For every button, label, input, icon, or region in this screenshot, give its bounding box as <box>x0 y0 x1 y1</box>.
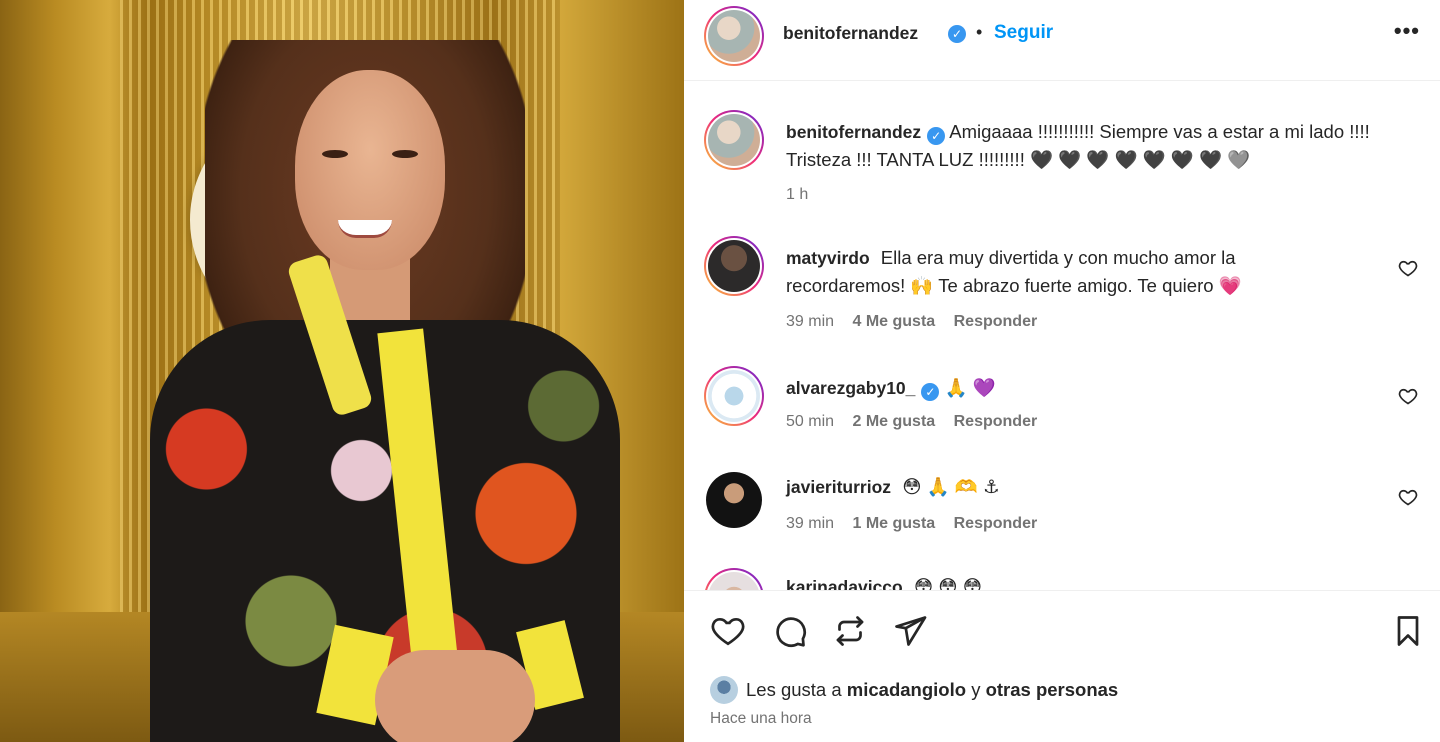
reply-button[interactable]: Responder <box>954 413 1038 430</box>
liked-by-line: Les gusta a micadangiolo y otras persona… <box>708 676 1408 704</box>
share-icon[interactable] <box>892 613 928 649</box>
like-comment-heart-icon[interactable] <box>1398 258 1418 278</box>
verified-badge-icon: ✓ <box>948 25 966 43</box>
comment-meta: 39 min 1 Me gusta Responder <box>786 515 1051 533</box>
comment-username[interactable]: karinadavicco <box>786 577 903 590</box>
liked-by-connector: y <box>971 679 981 700</box>
caption-time[interactable]: 1 h <box>786 186 808 203</box>
post-actions-bar <box>684 590 1440 670</box>
comment-text: 😳 🙏 🫶 ⚓ <box>902 476 1000 497</box>
comment-meta: 39 min 4 Me gusta Responder <box>786 313 1051 331</box>
comment-avatar[interactable] <box>704 236 764 296</box>
others-link[interactable]: otras personas <box>986 679 1119 700</box>
comment-text-block: matyvirdo Ella era muy divertida y con m… <box>786 244 1346 300</box>
left-eye <box>322 150 348 158</box>
reply-button[interactable]: Responder <box>954 313 1038 330</box>
comment-icon[interactable] <box>772 613 808 649</box>
verified-badge-icon: ✓ <box>927 127 946 145</box>
like-comment-heart-icon[interactable] <box>1398 487 1418 507</box>
comment-username[interactable]: matyvirdo <box>786 248 870 268</box>
post-details-panel: benitofernandez ✓ • Seguir ••• benitofer… <box>684 0 1440 742</box>
comment-text-block: javieriturrioz 😳 🙏 🫶 ⚓ <box>786 473 1346 501</box>
comment-text-block: alvarezgaby10_ ✓ 🙏 💜 <box>786 374 1346 402</box>
caption-username[interactable]: benitofernandez <box>786 122 921 142</box>
comment-likes[interactable]: 4 Me gusta <box>852 313 935 330</box>
comment-text: 😳 😳 😳 <box>913 576 983 590</box>
like-comment-heart-icon[interactable] <box>1398 386 1418 406</box>
comment-time[interactable]: 39 min <box>786 313 834 330</box>
comment-time[interactable]: 50 min <box>786 413 834 430</box>
more-options-icon[interactable]: ••• <box>1394 18 1420 44</box>
liker-username[interactable]: micadangiolo <box>847 679 966 700</box>
clasped-hands <box>375 650 535 742</box>
comment-username[interactable]: alvarezgaby10_ <box>786 378 915 398</box>
right-eye <box>392 150 418 158</box>
liked-by-prefix: Les gusta a <box>746 679 842 700</box>
comment-likes[interactable]: 1 Me gusta <box>852 515 935 532</box>
author-username[interactable]: benitofernandez <box>783 23 918 44</box>
post-header: benitofernandez ✓ • Seguir ••• <box>684 0 1440 81</box>
heart-icon[interactable] <box>710 613 746 649</box>
bookmark-icon[interactable] <box>1390 613 1426 649</box>
verified-badge-icon: ✓ <box>921 383 940 401</box>
post-photo[interactable] <box>0 0 684 742</box>
comment-avatar[interactable] <box>704 470 764 530</box>
follow-button[interactable]: Seguir <box>994 22 1053 44</box>
comment-avatar[interactable] <box>704 568 764 590</box>
face <box>295 70 445 270</box>
caption-avatar[interactable] <box>704 110 764 170</box>
reply-button[interactable]: Responder <box>954 515 1038 532</box>
caption-meta: 1 h <box>786 186 822 204</box>
comment-time[interactable]: 39 min <box>786 515 834 532</box>
comment-text-block: karinadavicco 😳 😳 😳 <box>786 573 1346 590</box>
caption-text-block: benitofernandez ✓ Amigaaaa !!!!!!!!!!! Si… <box>786 118 1426 174</box>
comment-meta: 50 min 2 Me gusta Responder <box>786 413 1051 431</box>
comments-list[interactable]: benitofernandez ✓ Amigaaaa !!!!!!!!!!! Si… <box>684 82 1440 590</box>
comment-username[interactable]: javieriturrioz <box>786 477 891 497</box>
liker-avatar[interactable] <box>710 676 738 704</box>
comment-text: 🙏 💜 <box>944 377 996 398</box>
comment-likes[interactable]: 2 Me gusta <box>852 413 935 430</box>
author-avatar[interactable] <box>704 6 764 66</box>
post-timestamp[interactable]: Hace una hora <box>710 710 812 728</box>
comment-avatar[interactable] <box>704 366 764 426</box>
liked-by-text: Les gusta a micadangiolo y otras persona… <box>746 679 1118 701</box>
repost-icon[interactable] <box>832 613 868 649</box>
separator-dot: • <box>976 22 983 42</box>
